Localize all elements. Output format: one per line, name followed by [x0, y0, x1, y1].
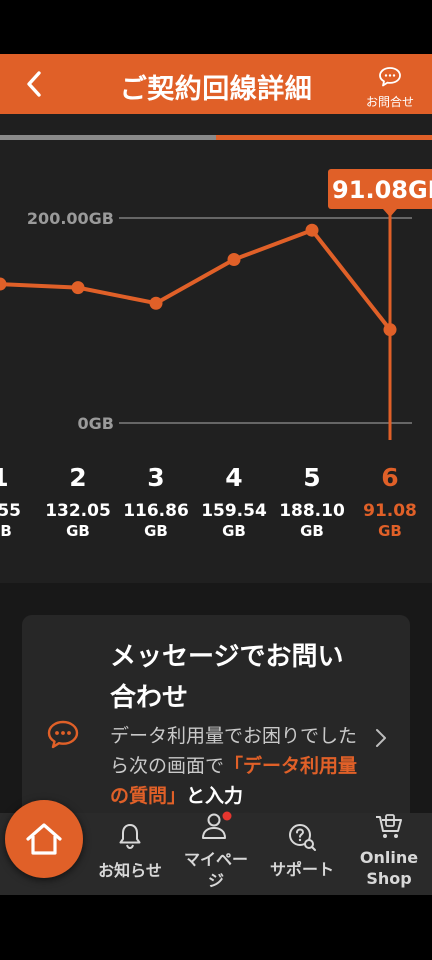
nav-online-shop[interactable]: Online Shop	[346, 813, 432, 895]
nav-mypage-label: マイページ	[183, 850, 248, 890]
card-body: データ利用量でお困りでしたら次の画面で「データ利用量の質問」と入力	[110, 721, 360, 811]
data-point-3	[149, 296, 163, 310]
data-label-1: 0.55	[0, 501, 21, 521]
nav-notifications[interactable]: お知らせ	[88, 813, 172, 895]
series-line	[0, 228, 392, 331]
x-tick-label-1: 1	[0, 463, 9, 492]
nav-online-shop-label: Online Shop	[359, 848, 419, 888]
nav-mypage[interactable]: マイページ	[174, 811, 258, 895]
data-point-5	[305, 223, 319, 237]
user-icon	[202, 811, 232, 839]
app-header: ご契約回線詳細 お問合せ	[0, 54, 432, 114]
data-label-5: 188.10	[279, 501, 345, 521]
data-point-6	[383, 323, 397, 337]
data-point-1	[0, 277, 7, 291]
unit-label-6: GB	[378, 522, 402, 540]
home-icon	[26, 823, 62, 855]
card-body-text-end: と入力	[186, 785, 244, 807]
unit-label-4: GB	[222, 522, 246, 540]
card-title: メッセージでお問い合わせ	[110, 642, 344, 713]
data-point-4	[227, 252, 241, 266]
x-tick-label-4: 4	[225, 463, 242, 492]
cart-icon	[376, 814, 402, 838]
chevron-right-icon	[376, 729, 386, 747]
home-button[interactable]	[5, 800, 83, 878]
x-tick-label-2: 2	[69, 463, 86, 492]
x-tick-label-6: 6	[381, 463, 398, 492]
data-label-2: 132.05	[45, 501, 111, 521]
unit-label-1: GB	[0, 522, 12, 540]
y-tick-label-1: 200.00GB	[27, 209, 114, 228]
nav-support-label: サポート	[269, 860, 334, 879]
contact-label: お問合せ	[365, 95, 414, 109]
bell-icon	[119, 824, 141, 850]
data-label-4: 159.54	[201, 501, 267, 521]
data-label-3: 116.86	[123, 501, 189, 521]
help-search-icon	[289, 824, 316, 851]
usage-chart-svg: 0GB200.00GB91.08GB10.55GB2132.05GB3116.8…	[0, 169, 432, 540]
status-bar	[0, 0, 432, 54]
tooltip-label: 91.08GB	[332, 176, 432, 204]
unit-label-3: GB	[144, 522, 168, 540]
y-tick-label-0: 0GB	[78, 414, 114, 433]
data-point-2	[71, 281, 85, 295]
chat-icon	[379, 67, 401, 87]
x-tick-label-3: 3	[147, 463, 164, 492]
x-tick-label-5: 5	[303, 463, 320, 492]
system-bar	[0, 895, 432, 960]
contact-button[interactable]: お問合せ	[362, 66, 418, 110]
usage-chart[interactable]: 0GB200.00GB91.08GB10.55GB2132.05GB3116.8…	[0, 140, 432, 583]
unit-label-2: GB	[66, 522, 90, 540]
nav-support[interactable]: サポート	[258, 813, 346, 895]
data-label-6: 91.08	[363, 501, 417, 521]
unit-label-5: GB	[300, 522, 324, 540]
tooltip-pointer	[383, 209, 397, 217]
chat-bubble-icon	[47, 720, 79, 749]
nav-notifications-label: お知らせ	[98, 861, 162, 880]
message-inquiry-card[interactable]: メッセージでお問い合わせ データ利用量でお困りでしたら次の画面で「データ利用量の…	[22, 615, 410, 825]
